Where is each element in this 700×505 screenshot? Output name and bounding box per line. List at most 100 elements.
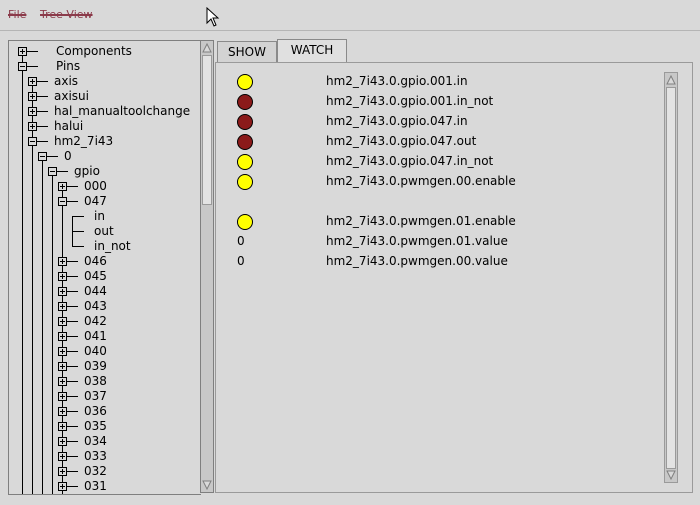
- expand-icon[interactable]: [28, 107, 37, 116]
- tree-node-label[interactable]: 037: [84, 389, 107, 404]
- tree-node-label[interactable]: out: [94, 224, 114, 239]
- watch-row: hm2_7i43.0.gpio.047.in_not: [216, 152, 656, 172]
- tree-node-label[interactable]: 039: [84, 359, 107, 374]
- collapse-icon[interactable]: [58, 197, 67, 206]
- led-on-indicator: [237, 74, 253, 90]
- menu-file[interactable]: File: [8, 8, 26, 21]
- tree-node-label[interactable]: 042: [84, 314, 107, 329]
- expand-icon[interactable]: [28, 92, 37, 101]
- expand-icon[interactable]: [58, 332, 67, 341]
- expand-icon[interactable]: [58, 422, 67, 431]
- watch-panel: hm2_7i43.0.gpio.001.in hm2_7i43.0.gpio.00…: [215, 62, 693, 493]
- scroll-down-arrow-icon[interactable]: [666, 470, 676, 480]
- tree-scrollbar[interactable]: [200, 40, 214, 493]
- led-on-indicator: [237, 214, 253, 230]
- tree-node-label[interactable]: 040: [84, 344, 107, 359]
- collapse-icon[interactable]: [38, 152, 47, 161]
- tree-node-label[interactable]: 031: [84, 479, 107, 494]
- pin-name: hm2_7i43.0.gpio.047.in: [326, 114, 468, 128]
- expand-icon[interactable]: [58, 437, 67, 446]
- tree-line: [72, 231, 84, 232]
- tree-node-label[interactable]: 045: [84, 269, 107, 284]
- collapse-icon[interactable]: [18, 62, 27, 71]
- tree-node-label[interactable]: 033: [84, 449, 107, 464]
- tree-node-label[interactable]: 044: [84, 284, 107, 299]
- watch-scrollbar[interactable]: [664, 72, 678, 483]
- expand-icon[interactable]: [58, 377, 67, 386]
- watch-row: hm2_7i43.0.gpio.001.in_not: [216, 92, 656, 112]
- expand-icon[interactable]: [58, 347, 67, 356]
- expand-icon[interactable]: [58, 392, 67, 401]
- tree-node-label[interactable]: Pins: [56, 59, 80, 74]
- led-off-indicator: [237, 114, 253, 130]
- tree-node-label[interactable]: axisui: [54, 89, 89, 104]
- pin-name: hm2_7i43.0.pwmgen.01.value: [326, 234, 508, 248]
- expand-icon[interactable]: [58, 482, 67, 491]
- expand-icon[interactable]: [28, 122, 37, 131]
- tree-line: [42, 156, 43, 494]
- tree-line: [72, 246, 84, 247]
- pin-name: hm2_7i43.0.pwmgen.01.enable: [326, 214, 516, 228]
- expand-icon[interactable]: [58, 467, 67, 476]
- tree-node-label[interactable]: halui: [54, 119, 83, 134]
- tree-node-label[interactable]: 038: [84, 374, 107, 389]
- expand-icon[interactable]: [58, 452, 67, 461]
- tab-watch[interactable]: WATCH: [277, 39, 347, 63]
- led-off-indicator: [237, 94, 253, 110]
- tree-node-label[interactable]: 000: [84, 179, 107, 194]
- collapse-icon[interactable]: [28, 137, 37, 146]
- watch-row: 0 hm2_7i43.0.pwmgen.01.value: [216, 232, 656, 252]
- watch-row: hm2_7i43.0.pwmgen.00.enable: [216, 172, 656, 192]
- expand-icon[interactable]: [58, 287, 67, 296]
- watch-row: hm2_7i43.0.pwmgen.01.enable: [216, 212, 656, 232]
- pin-name: hm2_7i43.0.pwmgen.00.value: [326, 254, 508, 268]
- expand-icon[interactable]: [28, 77, 37, 86]
- tree-line: [22, 51, 23, 494]
- watch-row: [216, 192, 656, 212]
- pin-value: 0: [237, 254, 245, 268]
- expand-icon[interactable]: [58, 362, 67, 371]
- tree-node-label[interactable]: hm2_7i43: [54, 134, 113, 149]
- scroll-down-arrow-icon[interactable]: [202, 480, 212, 490]
- tree-node-label[interactable]: hal_manualtoolchange: [54, 104, 190, 119]
- expand-icon[interactable]: [58, 407, 67, 416]
- tree-node-label[interactable]: 035: [84, 419, 107, 434]
- expand-icon[interactable]: [18, 47, 27, 56]
- menu-tree-view[interactable]: Tree View: [40, 8, 93, 21]
- hal-tree[interactable]: Components Pins axis axisui hal_manualtoolch…: [8, 40, 201, 495]
- expand-icon[interactable]: [58, 302, 67, 311]
- tree-node-label[interactable]: gpio: [74, 164, 100, 179]
- scroll-up-arrow-icon[interactable]: [666, 75, 676, 85]
- tree-node-label[interactable]: 036: [84, 404, 107, 419]
- collapse-icon[interactable]: [48, 167, 57, 176]
- tree-node-label[interactable]: 046: [84, 254, 107, 269]
- tree-node-label[interactable]: 034: [84, 434, 107, 449]
- tab-show[interactable]: SHOW: [217, 41, 277, 62]
- expand-icon[interactable]: [58, 272, 67, 281]
- mouse-cursor-icon: [206, 7, 220, 27]
- watch-scroll-thumb[interactable]: [666, 87, 676, 469]
- led-on-indicator: [237, 154, 253, 170]
- expand-icon[interactable]: [58, 182, 67, 191]
- tree-node-label[interactable]: 0: [64, 149, 72, 164]
- tree-node-label[interactable]: 041: [84, 329, 107, 344]
- tree-node-label[interactable]: 043: [84, 299, 107, 314]
- pin-value: 0: [237, 234, 245, 248]
- tree-line: [72, 216, 84, 217]
- tree-node-label[interactable]: in: [94, 209, 105, 224]
- led-on-indicator: [237, 174, 253, 190]
- tree-node-label[interactable]: in_not: [94, 239, 131, 254]
- tree-node-label[interactable]: Components: [56, 44, 132, 59]
- tree-scroll-thumb[interactable]: [202, 55, 212, 205]
- watch-row: hm2_7i43.0.gpio.001.in: [216, 72, 656, 92]
- pin-name: hm2_7i43.0.gpio.047.out: [326, 134, 477, 148]
- expand-icon[interactable]: [58, 317, 67, 326]
- scroll-up-arrow-icon[interactable]: [202, 43, 212, 53]
- tree-node-label[interactable]: 032: [84, 464, 107, 479]
- watch-row: 0 hm2_7i43.0.pwmgen.00.value: [216, 252, 656, 272]
- tree-node-label[interactable]: axis: [54, 74, 78, 89]
- watch-row: hm2_7i43.0.gpio.047.in: [216, 112, 656, 132]
- tree-node-label[interactable]: 047: [84, 194, 107, 209]
- pin-name: hm2_7i43.0.gpio.001.in: [326, 74, 468, 88]
- expand-icon[interactable]: [58, 257, 67, 266]
